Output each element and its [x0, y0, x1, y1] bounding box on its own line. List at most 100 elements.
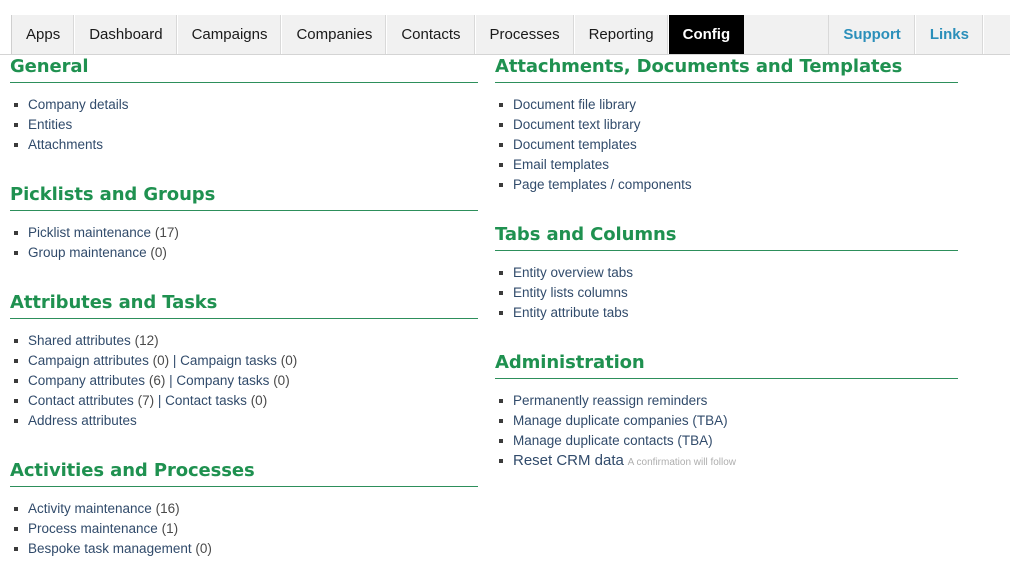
section-general: GeneralCompany detailsEntitiesAttachment… [10, 55, 495, 155]
item-separator: | [169, 373, 173, 388]
config-link[interactable]: Manage duplicate contacts (TBA) [513, 433, 713, 448]
nav-tab-contacts[interactable]: Contacts [387, 15, 475, 54]
list-item: Document file library [495, 95, 1010, 115]
config-link[interactable]: Document text library [513, 117, 641, 132]
item-count: (0) [153, 353, 170, 368]
config-link[interactable]: Attachments [28, 137, 103, 152]
heading-gap [10, 487, 495, 499]
section-gap [495, 195, 1010, 223]
section-administration: Administration Permanently reassign remin… [495, 351, 1010, 473]
config-link[interactable]: Manage duplicate companies (TBA) [513, 413, 728, 428]
config-link-secondary[interactable]: Company tasks [176, 373, 269, 388]
link-list: Company details Entities Attachments [10, 95, 495, 155]
config-link[interactable]: Address attributes [28, 413, 137, 428]
list-item: Picklist maintenance (17) [10, 223, 495, 243]
list-item: Contact attributes (7) | Contact tasks (… [10, 391, 495, 411]
config-link[interactable]: Shared attributes [28, 333, 131, 348]
list-item: Company attributes (6) | Company tasks (… [10, 371, 495, 391]
section-gap [10, 431, 495, 459]
config-link[interactable]: Document file library [513, 97, 636, 112]
nav-tab-dashboard[interactable]: Dashboard [75, 15, 177, 54]
item-count: (7) [138, 393, 155, 408]
link-list: Permanently reassign reminders Manage dup… [495, 391, 1010, 473]
list-item: Campaign attributes (0) | Campaign tasks… [10, 351, 495, 371]
nav-tab-processes[interactable]: Processes [476, 15, 575, 54]
link-list: Entity overview tabs Entity lists columns… [495, 263, 1010, 323]
section-heading: Picklists and Groups [10, 183, 495, 207]
item-count: (1) [162, 521, 179, 536]
nav-tab-companies[interactable]: Companies [282, 15, 387, 54]
list-item: Email templates [495, 155, 1010, 175]
heading-gap [495, 83, 1010, 95]
section-heading: Tabs and Columns [495, 223, 1010, 247]
list-item: Activity maintenance (16) [10, 499, 495, 519]
section-picklists-and-groups: Picklists and Groups Picklist maintenance… [10, 183, 495, 263]
list-item: Entity attribute tabs [495, 303, 1010, 323]
config-link[interactable]: Contact attributes [28, 393, 134, 408]
section-heading: Activities and Processes [10, 459, 495, 483]
list-item: Group maintenance (0) [10, 243, 495, 263]
item-separator: | [173, 353, 177, 368]
config-link-secondary[interactable]: Contact tasks [165, 393, 247, 408]
config-link[interactable]: Entity lists columns [513, 285, 628, 300]
config-link[interactable]: Group maintenance [28, 245, 147, 260]
config-link[interactable]: Company attributes [28, 373, 145, 388]
list-item: Address attributes [10, 411, 495, 431]
config-link[interactable]: Company details [28, 97, 129, 112]
config-link[interactable]: Permanently reassign reminders [513, 393, 707, 408]
left-column: GeneralCompany detailsEntitiesAttachment… [0, 55, 495, 559]
list-item: Shared attributes (12) [10, 331, 495, 351]
config-link[interactable]: Email templates [513, 157, 609, 172]
config-link[interactable]: Entities [28, 117, 72, 132]
right-column: Attachments, Documents and TemplatesDocu… [495, 55, 1010, 473]
nav-filler [744, 15, 829, 54]
nav-link-support[interactable]: Support [829, 15, 916, 54]
heading-gap [10, 319, 495, 331]
nav-tab-campaigns[interactable]: Campaigns [178, 15, 283, 54]
list-item: Attachments [10, 135, 495, 155]
nav-tab-group: AppsDashboardCampaignsCompaniesContactsP… [12, 15, 744, 54]
section-tabs-and-columns: Tabs and ColumnsEntity overview tabsEnti… [495, 223, 1010, 323]
config-link[interactable]: Activity maintenance [28, 501, 152, 516]
list-item: Reset CRM data A confirmation will follo… [495, 451, 1010, 473]
nav-tab-reporting[interactable]: Reporting [575, 15, 669, 54]
section-gap [495, 323, 1010, 351]
config-link-secondary[interactable]: Campaign tasks [180, 353, 277, 368]
nav-tab-config[interactable]: Config [669, 15, 744, 54]
heading-gap [495, 379, 1010, 391]
config-link[interactable]: Process maintenance [28, 521, 158, 536]
list-item: Document text library [495, 115, 1010, 135]
config-link[interactable]: Entity overview tabs [513, 265, 633, 280]
config-link[interactable]: Document templates [513, 137, 637, 152]
list-item: Page templates / components [495, 175, 1010, 195]
list-item: Entity overview tabs [495, 263, 1010, 283]
config-page: GeneralCompany detailsEntitiesAttachment… [0, 55, 1010, 559]
section-heading: Administration [495, 351, 1010, 375]
config-link[interactable]: Entity attribute tabs [513, 305, 629, 320]
heading-gap [10, 83, 495, 95]
section-activities-and-processes: Activities and Processes Activity mainten… [10, 459, 495, 559]
list-item: Manage duplicate contacts (TBA) [495, 431, 1010, 451]
list-item: Document templates [495, 135, 1010, 155]
nav-tab-apps[interactable]: Apps [12, 15, 75, 54]
link-list: Shared attributes (12)Campaign attribute… [10, 331, 495, 431]
config-link[interactable]: Reset CRM data [513, 452, 624, 469]
nav-right-link-group: SupportLinks [829, 15, 984, 54]
item-note: A confirmation will follow [628, 457, 736, 468]
section-heading: Attributes and Tasks [10, 291, 495, 315]
list-item: Company details [10, 95, 495, 115]
item-count: (17) [155, 225, 179, 240]
nav-left-edge [0, 15, 12, 54]
link-list: Picklist maintenance (17)Group maintenan… [10, 223, 495, 263]
config-link[interactable]: Campaign attributes [28, 353, 149, 368]
config-link[interactable]: Page templates / components [513, 177, 692, 192]
main-navigation-bar: AppsDashboardCampaignsCompaniesContactsP… [0, 15, 1010, 55]
item-count: (16) [156, 501, 180, 516]
section-attributes-and-tasks: Attributes and Tasks Shared attributes (1… [10, 291, 495, 431]
section-gap [10, 263, 495, 291]
config-link[interactable]: Bespoke task management [28, 541, 192, 556]
nav-link-links[interactable]: Links [916, 15, 984, 54]
nav-right-edge [984, 15, 1010, 54]
list-item: Manage duplicate companies (TBA) [495, 411, 1010, 431]
config-link[interactable]: Picklist maintenance [28, 225, 151, 240]
